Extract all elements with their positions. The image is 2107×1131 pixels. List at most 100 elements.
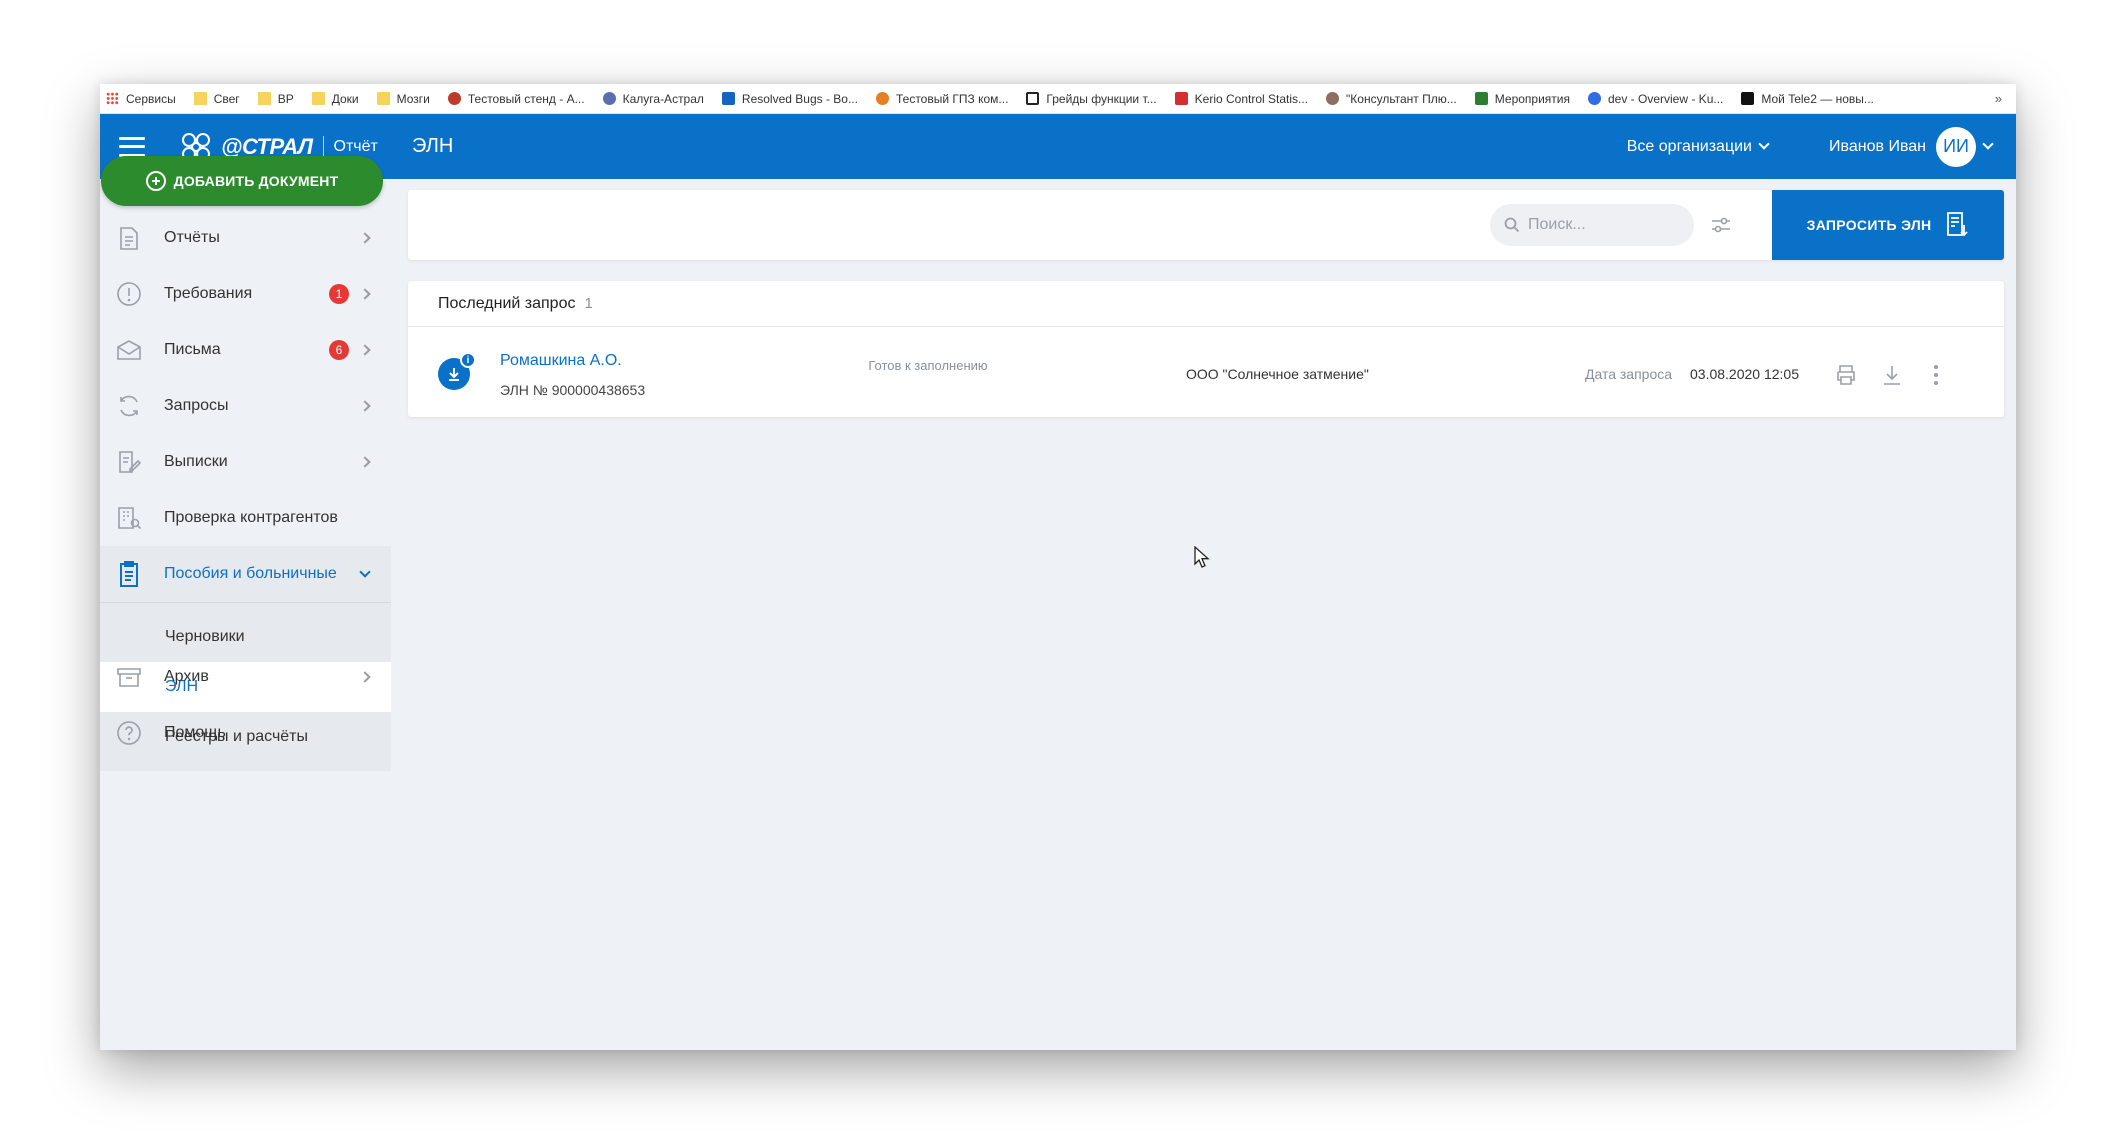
card-count: 1: [584, 295, 593, 312]
site-icon: [447, 92, 461, 105]
clipboard-icon: [114, 559, 144, 589]
bookmark-site[interactable]: Грейды функции т...: [1026, 92, 1157, 106]
refresh-icon: [114, 391, 144, 421]
avatar: ИИ: [1936, 126, 1976, 167]
chevron-down-icon: [1758, 138, 1770, 150]
tele2-icon: [1741, 92, 1755, 105]
chevron-right-icon: [359, 288, 371, 300]
bookmark-site[interactable]: Resolved Bugs - Bo...: [721, 92, 858, 106]
envelope-icon: [114, 335, 144, 365]
print-button[interactable]: [1832, 361, 1860, 389]
bookmark-site[interactable]: Kerio Control Statis...: [1174, 92, 1308, 106]
employee-name-link[interactable]: Ромашкина А.О.: [500, 352, 622, 370]
user-menu[interactable]: Иванов Иван ИИ: [1829, 126, 1994, 167]
document-edit-icon: [114, 447, 144, 477]
bookmark-site[interactable]: Калуга-Астрал: [602, 92, 704, 106]
mouse-cursor-icon: [1194, 546, 1210, 568]
sidebar-item-statements[interactable]: Выписки: [100, 434, 391, 490]
apps-grid-icon: [106, 92, 119, 105]
folder-icon: [193, 92, 207, 105]
bookmark-folder[interactable]: ВР: [257, 92, 294, 106]
search-input[interactable]: [1528, 216, 1678, 234]
site-icon: [1326, 92, 1340, 105]
more-vertical-icon: [1934, 365, 1938, 385]
sidebar-item-counterparty-check[interactable]: Проверка контрагентов: [100, 490, 391, 546]
search-box[interactable]: [1490, 204, 1694, 246]
bookmark-site[interactable]: "Консультант Плю...: [1326, 92, 1457, 106]
printer-icon: [1837, 365, 1855, 385]
building-search-icon: [114, 503, 144, 533]
download-icon: [1884, 366, 1900, 385]
site-icon: [1588, 92, 1601, 105]
folder-icon: [257, 92, 271, 105]
request-date: 03.08.2020 12:05: [1690, 366, 1799, 382]
browser-window: Сервисы Свег ВР Доки Мозги Тестовый стен…: [100, 84, 2016, 1050]
status-badge: 6: [329, 340, 349, 360]
help-circle-icon: [114, 718, 144, 748]
bookmark-site[interactable]: Мой Tele2 — новы...: [1741, 92, 1874, 106]
bookmark-site[interactable]: Тестовый стенд - А...: [447, 92, 585, 106]
bookmarks-bar: Сервисы Свег ВР Доки Мозги Тестовый стен…: [100, 84, 2016, 114]
bookmark-site[interactable]: dev - Overview - Ku...: [1588, 92, 1723, 106]
request-eln-button[interactable]: ЗАПРОСИТЬ ЭЛН: [1772, 190, 2004, 260]
alert-circle-icon: [114, 279, 144, 309]
sidebar-item-benefits[interactable]: Пособия и больничные: [100, 546, 391, 602]
info-icon: i: [460, 352, 476, 368]
bookmark-site[interactable]: Тестовый ГПЗ ком...: [875, 92, 1008, 106]
download-status-icon: i: [438, 352, 476, 390]
logo-divider: [322, 135, 324, 158]
bookmark-folder[interactable]: Доки: [311, 92, 359, 106]
organization-select-label: Все организации: [1626, 137, 1752, 155]
table-row[interactable]: i Ромашкина А.О. ЭЛН № 900000438653 Гото…: [408, 327, 2004, 417]
sidebar-item-requirements[interactable]: Требования 1: [100, 266, 391, 322]
sidebar-item-letters[interactable]: Письма 6: [100, 322, 391, 378]
organization-select[interactable]: Все организации: [1626, 137, 1770, 156]
user-name: Иванов Иван: [1829, 137, 1926, 155]
sliders-icon: [1712, 217, 1730, 233]
chevron-right-icon: [359, 232, 371, 244]
sidebar-item-archive[interactable]: Архив: [100, 649, 391, 705]
sidebar-item-queries[interactable]: Запросы: [100, 378, 391, 434]
filter-button[interactable]: [1708, 212, 1734, 238]
request-date-label: Дата запроса: [1585, 366, 1673, 382]
app-header: @СТРАЛ Отчёт ЭЛН Все организации Иванов …: [100, 114, 2016, 179]
chevron-right-icon: [359, 456, 371, 468]
more-actions-button[interactable]: [1922, 361, 1950, 389]
menu-icon[interactable]: [119, 136, 145, 157]
document-download-icon: [1947, 212, 1969, 237]
site-icon: [721, 92, 735, 105]
page-title: ЭЛН: [412, 135, 454, 157]
chevron-down-icon: [1982, 138, 1994, 150]
document-icon: [114, 223, 144, 253]
site-icon: [1474, 92, 1488, 105]
last-request-card: Последний запрос 1 i Ромашкина А.О. ЭЛН …: [408, 281, 2004, 417]
add-document-button[interactable]: ДОБАВИТЬ ДОКУМЕНТ: [101, 156, 383, 206]
shield-icon: [1174, 92, 1188, 105]
plus-circle-icon: [145, 171, 166, 191]
archive-box-icon: [114, 662, 144, 692]
card-header: Последний запрос 1: [408, 281, 2004, 327]
chevron-right-icon: [359, 671, 371, 683]
bookmark-folder[interactable]: Свег: [193, 92, 240, 106]
status-badge: 1: [329, 284, 349, 304]
bookmark-folder[interactable]: Мозги: [376, 92, 430, 106]
bookmarks-overflow[interactable]: »: [1995, 91, 2010, 106]
folder-icon: [311, 92, 325, 105]
folder-icon: [376, 92, 390, 105]
chevron-down-icon: [359, 565, 371, 578]
card-title: Последний запрос: [438, 294, 576, 312]
search-icon: [1504, 217, 1520, 233]
organization-name: ООО "Солнечное затмение": [1186, 366, 1369, 382]
content-toolbar: ЗАПРОСИТЬ ЭЛН: [408, 190, 2004, 260]
bookmark-services[interactable]: Сервисы: [106, 92, 176, 106]
sidebar-item-reports[interactable]: Отчёты: [100, 210, 391, 266]
chevron-right-icon: [359, 400, 371, 412]
notion-icon: [1026, 92, 1040, 105]
site-icon: [602, 92, 616, 105]
eln-number: ЭЛН № 900000438653: [500, 382, 646, 398]
download-button[interactable]: [1878, 361, 1906, 389]
sidebar-item-help[interactable]: Помощь: [100, 705, 391, 761]
chevron-right-icon: [359, 344, 371, 356]
bookmark-site[interactable]: Мероприятия: [1474, 92, 1570, 106]
status-text: Готов к заполнению: [868, 358, 988, 373]
